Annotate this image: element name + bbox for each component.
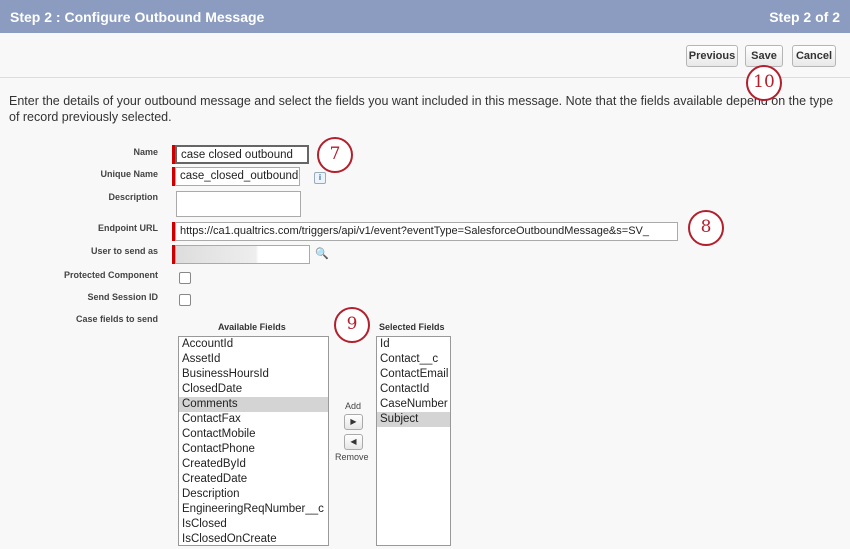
remove-arrow-button[interactable]: ◀ [344,434,363,450]
list-option[interactable]: Description [179,487,328,502]
unique-name-label: Unique Name [100,169,158,179]
list-option[interactable]: IsClosed [179,517,328,532]
list-option[interactable]: Contact__c [377,352,450,367]
list-option[interactable]: Comments [179,397,328,412]
callout-9: 9 [334,307,370,343]
user-to-send-as-label: User to send as [90,246,158,256]
step-indicator: Step 2 of 2 [769,9,840,25]
list-option[interactable]: Subject [377,412,450,427]
send-session-id-checkbox[interactable] [179,294,191,306]
name-input[interactable]: case closed outbound [175,145,309,164]
callout-10: 10 [746,65,782,101]
save-button[interactable]: Save [745,45,783,67]
available-fields-list[interactable]: AccountId AssetId BusinessHoursId ClosedDat… [178,336,329,546]
list-option[interactable]: EngineeringReqNumber__c [179,502,328,517]
list-option[interactable]: CaseNumber [377,397,450,412]
unique-name-input[interactable]: case_closed_outbound [175,167,300,186]
list-option[interactable]: ContactEmail [377,367,450,382]
previous-button[interactable]: Previous [686,45,738,67]
add-label: Add [345,401,362,411]
user-to-send-as-input[interactable] [175,245,310,264]
callout-8: 8 [688,210,724,246]
list-option[interactable]: ContactFax [179,412,328,427]
protected-component-label: Protected Component [63,270,158,280]
list-option[interactable]: ContactPhone [179,442,328,457]
case-fields-label: Case fields to send [75,314,158,324]
list-option[interactable]: BusinessHoursId [179,367,328,382]
name-label: Name [133,147,158,157]
send-session-id-label: Send Session ID [87,292,158,302]
callout-7: 7 [317,137,353,173]
description-textarea[interactable] [176,191,301,217]
add-arrow-button[interactable]: ▶ [344,414,363,430]
list-option[interactable]: CreatedDate [179,472,328,487]
list-option[interactable]: ContactMobile [179,427,328,442]
endpoint-url-input[interactable]: https://ca1.qualtrics.com/triggers/api/v… [175,222,678,241]
cancel-button[interactable]: Cancel [792,45,836,67]
lookup-icon[interactable]: 🔍 [315,247,329,260]
list-option[interactable]: CreatedById [179,457,328,472]
intro-text: Enter the details of your outbound messa… [9,94,834,124]
list-option[interactable]: Id [377,337,450,352]
divider [0,77,850,78]
protected-component-checkbox[interactable] [179,272,191,284]
info-icon[interactable]: i [314,172,326,184]
page-header: Step 2 : Configure Outbound Message Step… [0,0,850,33]
list-option[interactable]: AssetId [179,352,328,367]
list-option[interactable]: ClosedDate [179,382,328,397]
remove-label: Remove [335,452,369,462]
page-title: Step 2 : Configure Outbound Message [10,9,265,25]
endpoint-url-label: Endpoint URL [98,223,158,233]
available-fields-header: Available Fields [218,322,286,332]
selected-fields-list[interactable]: Id Contact__c ContactEmail ContactId CaseNum… [376,336,451,546]
list-option[interactable]: ContactId [377,382,450,397]
selected-fields-header: Selected Fields [379,322,445,332]
description-label: Description [108,192,158,202]
list-option[interactable]: IsClosedOnCreate [179,532,328,545]
list-option[interactable]: AccountId [179,337,328,352]
